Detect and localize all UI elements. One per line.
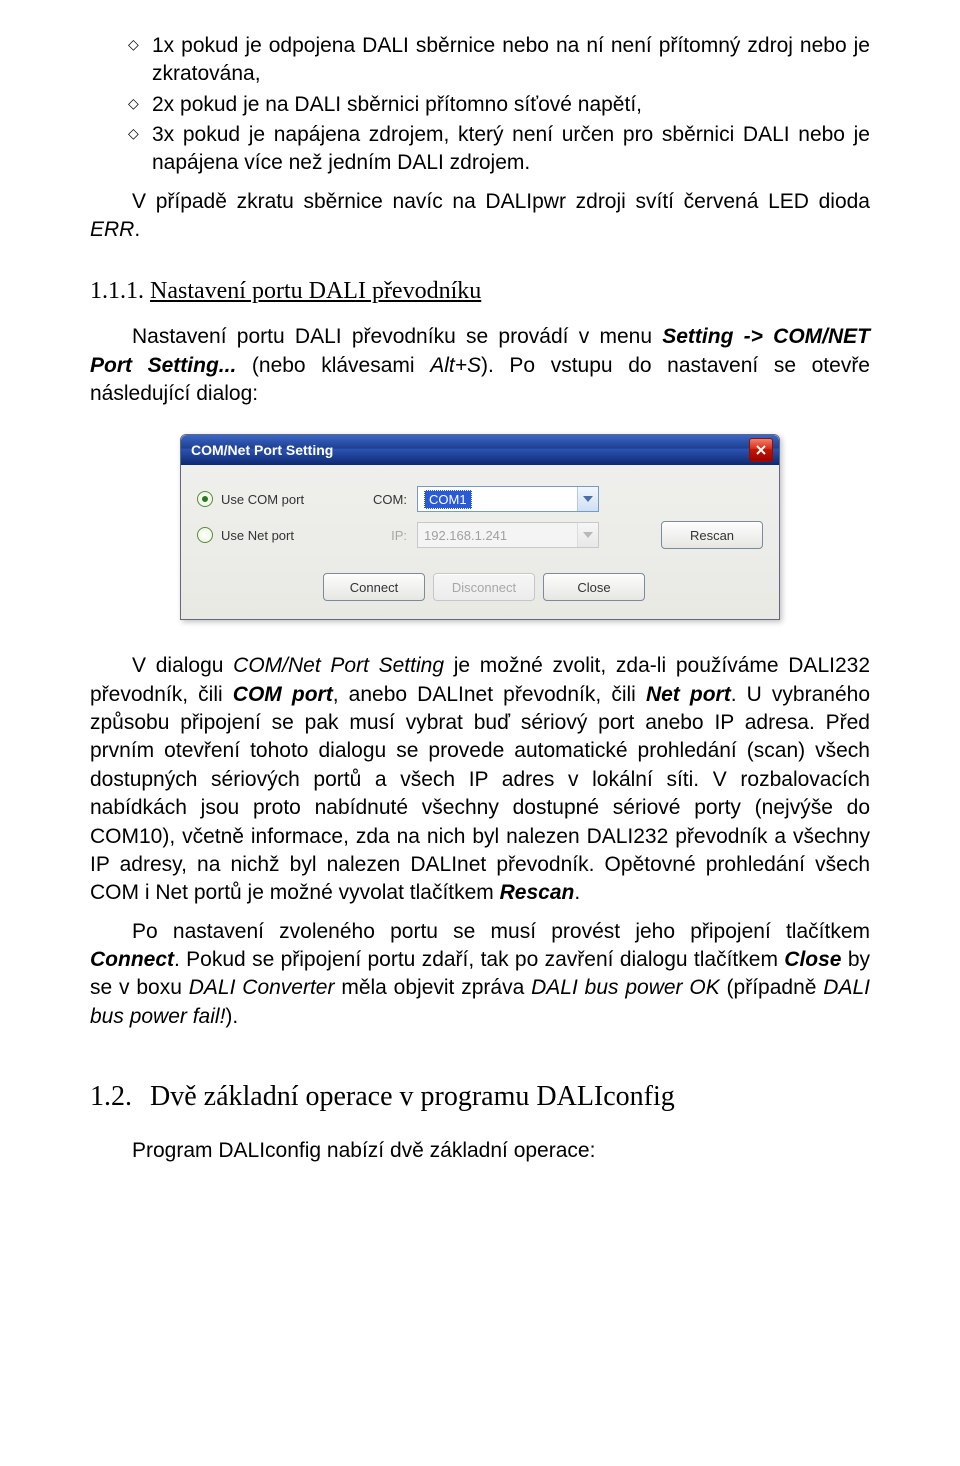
heading-1-1-1: 1.1.1.Nastavení portu DALI převodníku [90, 278, 870, 305]
list-item-text: 3x pokud je napájena zdrojem, který není… [152, 121, 870, 178]
radio-use-com-port[interactable]: Use COM port [197, 491, 347, 507]
heading-1-2: 1.2. Dvě základní operace v programu DALI… [90, 1081, 870, 1113]
combo-com-value: COM1 [424, 490, 472, 509]
combo-com-port[interactable]: COM1 [417, 486, 599, 512]
diamond-bullet-icon: ◇ [128, 32, 152, 89]
document-page: ◇ 1x pokud je odpojena DALI sběrnice neb… [0, 0, 960, 1215]
disconnect-button: Disconnect [433, 573, 535, 601]
dialog-titlebar[interactable]: COM/Net Port Setting [181, 435, 779, 465]
dialog-button-row: Connect Disconnect Close [197, 573, 763, 601]
heading-title: Dvě základní operace v programu DALIconf… [150, 1081, 675, 1112]
close-button-bottom[interactable]: Close [543, 573, 645, 601]
dialog-body: Use COM port COM: COM1 Use Net port [181, 465, 779, 619]
row-net: Use Net port IP: 192.168.1.241 Rescan [197, 517, 763, 553]
list-item: ◇ 3x pokud je napájena zdrojem, který ne… [90, 121, 870, 178]
list-item-text: 1x pokud je odpojena DALI sběrnice nebo … [152, 32, 870, 89]
combo-ip-value: 192.168.1.241 [418, 528, 577, 543]
radio-label: Use Net port [221, 528, 294, 543]
row-com: Use COM port COM: COM1 [197, 481, 763, 517]
chevron-down-icon [577, 523, 598, 547]
diamond-bullet-icon: ◇ [128, 91, 152, 119]
close-icon [756, 442, 766, 458]
list-item-text: 2x pokud je na DALI sběrnici přítomno sí… [152, 91, 870, 119]
radio-icon [197, 527, 213, 543]
radio-label: Use COM port [221, 492, 304, 507]
label-com: COM: [347, 492, 417, 507]
paragraph-err-led: V případě zkratu sběrnice navíc na DALIp… [90, 188, 870, 245]
bullet-list: ◇ 1x pokud je odpojena DALI sběrnice neb… [90, 32, 870, 178]
close-button[interactable] [749, 438, 773, 462]
label-ip: IP: [347, 528, 417, 543]
heading-number: 1.2. [90, 1081, 132, 1112]
radio-use-net-port[interactable]: Use Net port [197, 527, 347, 543]
paragraph-connect: Po nastavení zvoleného portu se musí pro… [90, 918, 870, 1031]
chevron-down-icon [577, 487, 598, 511]
list-item: ◇ 1x pokud je odpojena DALI sběrnice neb… [90, 32, 870, 89]
dialog-screenshot: COM/Net Port Setting Use COM port COM: C… [180, 434, 780, 620]
radio-icon [197, 491, 213, 507]
list-item: ◇ 2x pokud je na DALI sběrnici přítomno … [90, 91, 870, 119]
paragraph-dialog-description: V dialogu COM/Net Port Setting je možné … [90, 652, 870, 907]
dialog-title: COM/Net Port Setting [187, 442, 749, 458]
heading-title: Nastavení portu DALI převodníku [150, 278, 481, 304]
combo-ip-address: 192.168.1.241 [417, 522, 599, 548]
diamond-bullet-icon: ◇ [128, 121, 152, 178]
paragraph-setting-menu: Nastavení portu DALI převodníku se prová… [90, 323, 870, 408]
paragraph-two-ops: Program DALIconfig nabízí dvě základní o… [90, 1137, 870, 1165]
com-net-port-setting-dialog: COM/Net Port Setting Use COM port COM: C… [180, 434, 780, 620]
heading-number: 1.1.1. [90, 278, 144, 304]
connect-button[interactable]: Connect [323, 573, 425, 601]
rescan-button[interactable]: Rescan [661, 521, 763, 549]
